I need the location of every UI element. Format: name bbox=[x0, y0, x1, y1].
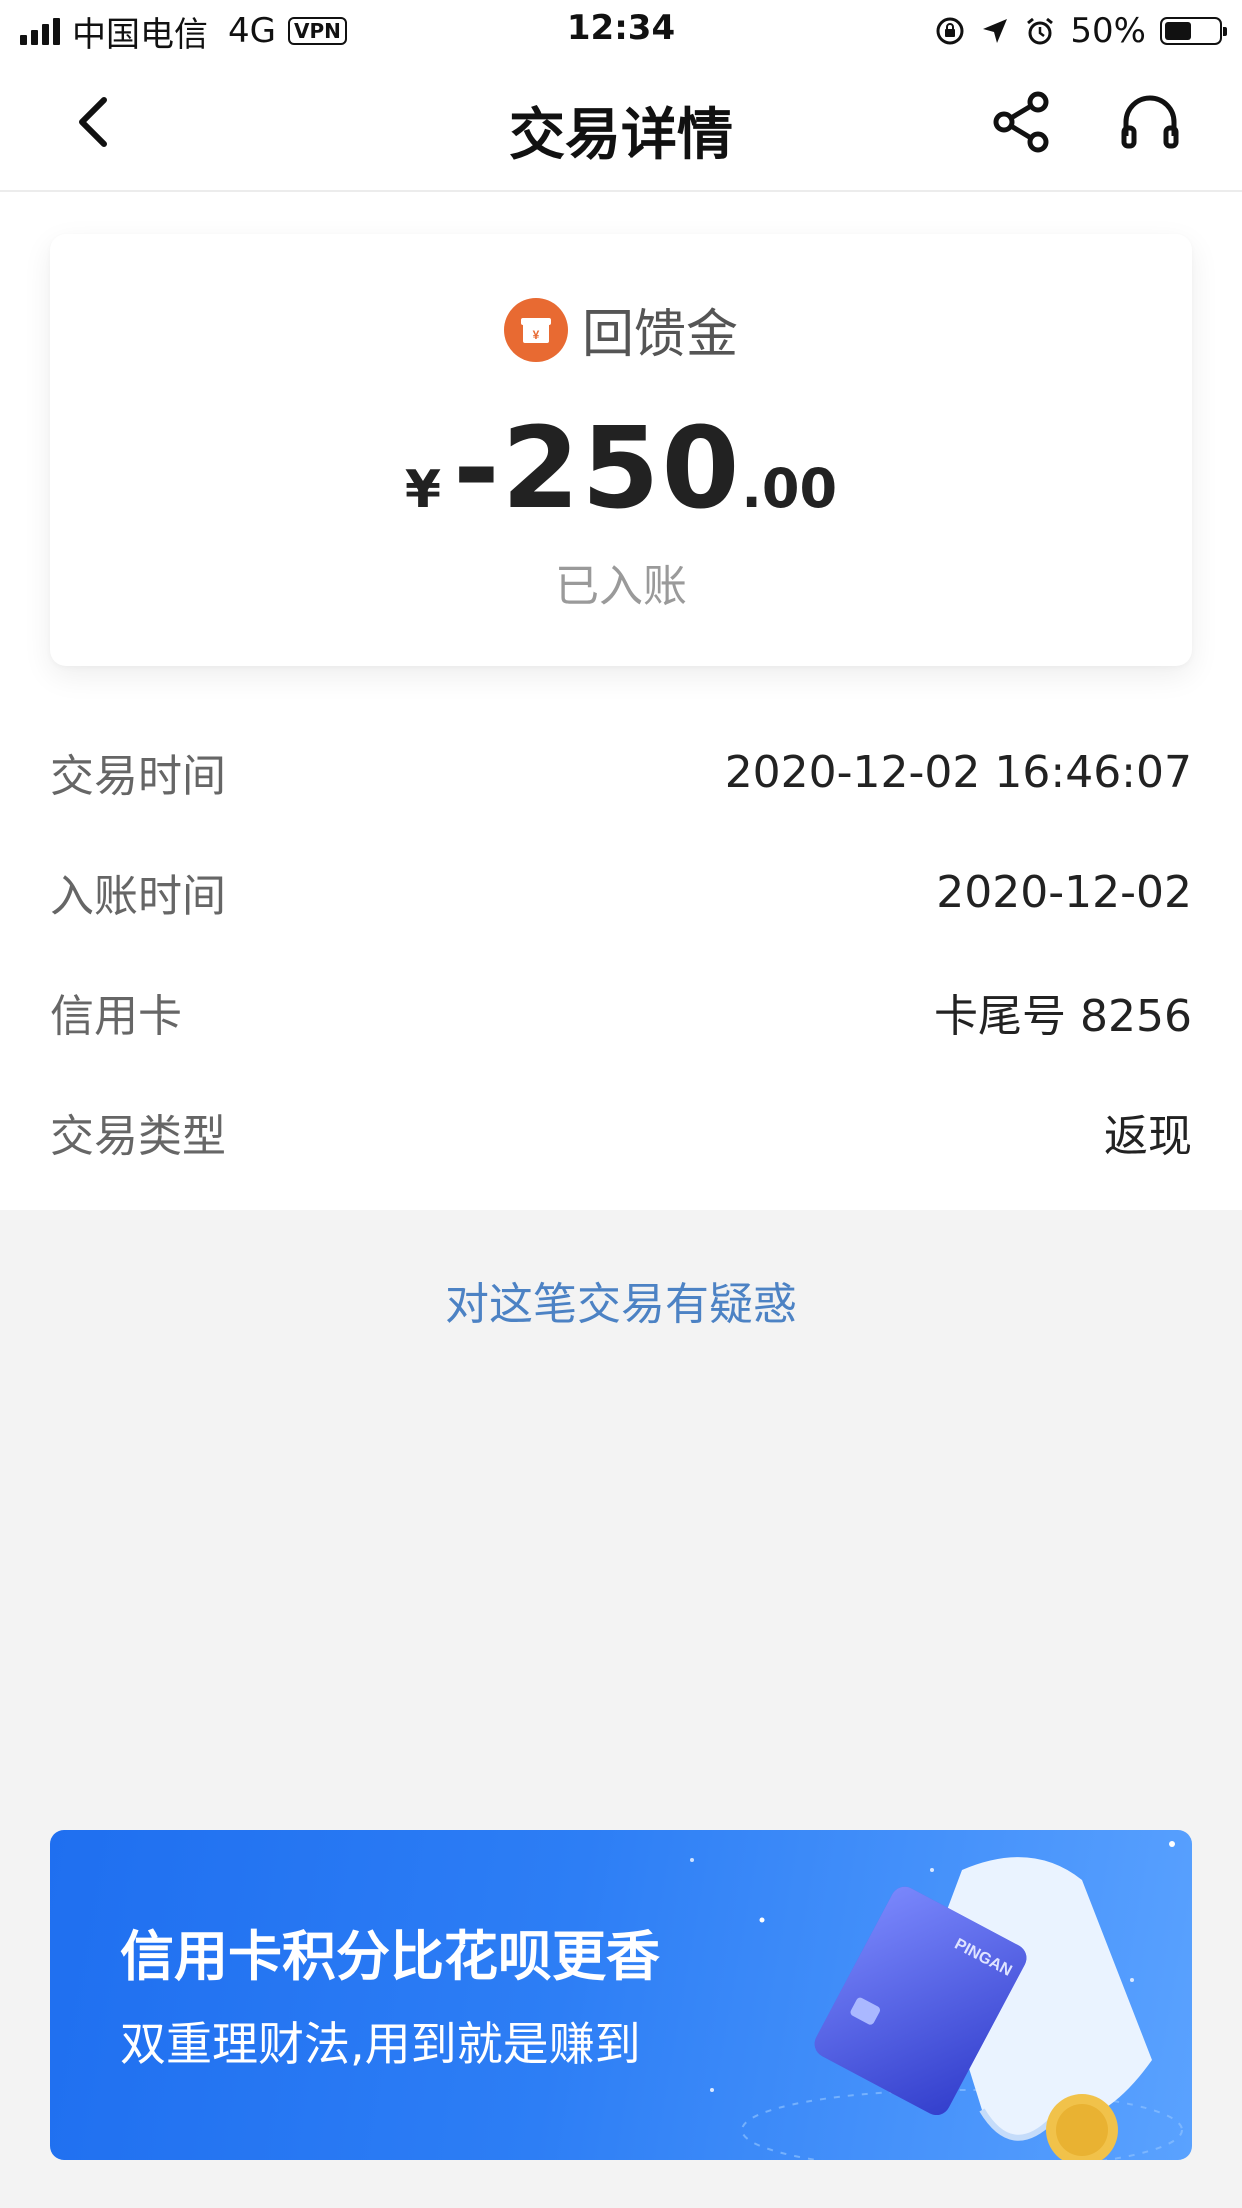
amount-decimal: .00 bbox=[741, 457, 838, 520]
alarm-icon bbox=[1027, 17, 1054, 45]
headset-icon[interactable] bbox=[1118, 90, 1182, 154]
transaction-type-label: 回馈金 bbox=[581, 305, 738, 365]
svg-text:¥: ¥ bbox=[533, 328, 540, 342]
detail-row-transaction-type: 交易类型 返现 bbox=[50, 1072, 1192, 1192]
detail-row-posting-time: 入账时间 2020-12-02 bbox=[50, 832, 1192, 952]
banner-subtitle: 双重理财法,用到就是赚到 bbox=[120, 2017, 641, 2071]
banner-title: 信用卡积分比花呗更香 bbox=[120, 1925, 660, 1988]
detail-value: 2020-12-02 16:46:07 bbox=[724, 746, 1192, 798]
detail-label: 交易类型 bbox=[50, 1111, 226, 1162]
nav-bar: 交易详情 bbox=[0, 62, 1242, 192]
detail-list: 交易时间 2020-12-02 16:46:07 入账时间 2020-12-02… bbox=[50, 712, 1192, 1192]
currency-symbol: ¥ bbox=[404, 460, 442, 520]
detail-value: 2020-12-02 bbox=[936, 866, 1192, 918]
detail-row-transaction-time: 交易时间 2020-12-02 16:46:07 bbox=[50, 712, 1192, 832]
credit-card-illustration: PINGAN bbox=[690, 1841, 1183, 2160]
battery-fill bbox=[1165, 22, 1191, 40]
detail-label: 入账时间 bbox=[50, 871, 226, 922]
amount-integer: -250 bbox=[453, 404, 742, 534]
transaction-amount: ¥ -250.00 bbox=[50, 404, 1192, 534]
status-right: 50% bbox=[934, 10, 1227, 52]
promo-banner[interactable]: PINGAN 信用卡积分比花呗更香 双重理财法,用到就是赚到 bbox=[50, 1830, 1192, 2160]
page-title: 交易详情 bbox=[509, 103, 733, 168]
detail-value: 卡尾号 8256 bbox=[934, 991, 1192, 1042]
transaction-summary-card: ¥ 回馈金 ¥ -250.00 已入账 bbox=[50, 234, 1192, 666]
detail-value: 返现 bbox=[1104, 1111, 1192, 1162]
dispute-transaction-link[interactable]: 对这笔交易有疑惑 bbox=[0, 1268, 1242, 1332]
battery-percent: 50% bbox=[1070, 11, 1146, 51]
share-icon[interactable] bbox=[990, 90, 1054, 154]
transaction-type: ¥ 回馈金 bbox=[50, 292, 1192, 367]
posting-status: 已入账 bbox=[555, 561, 687, 612]
orientation-lock-icon bbox=[936, 17, 964, 45]
battery-icon bbox=[1160, 17, 1227, 45]
detail-label: 信用卡 bbox=[50, 991, 182, 1042]
detail-label: 交易时间 bbox=[50, 751, 226, 802]
status-bar: 中国电信 4G VPN 12:34 50% bbox=[0, 0, 1242, 62]
detail-row-credit-card: 信用卡 卡尾号 8256 bbox=[50, 952, 1192, 1072]
location-icon bbox=[983, 19, 1008, 43]
gift-icon: ¥ bbox=[503, 297, 568, 362]
